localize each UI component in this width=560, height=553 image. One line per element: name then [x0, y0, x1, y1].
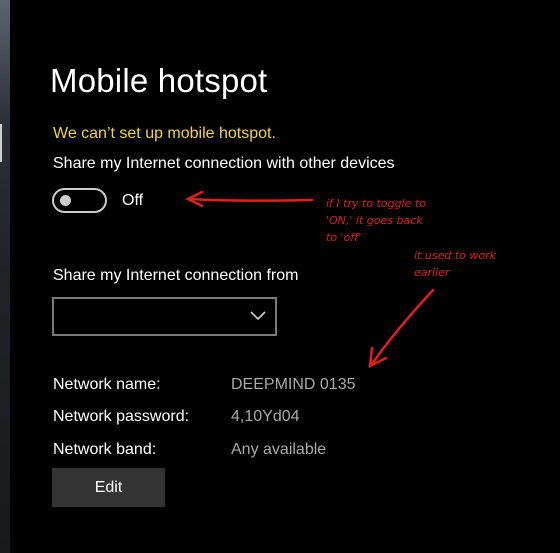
- annotation-line: if I try to toggle to: [326, 197, 426, 210]
- annotation-arrow-down-left: [368, 288, 435, 369]
- annotation-note-history: it used to work earlier: [414, 247, 496, 281]
- annotation-line: earlier: [414, 266, 450, 279]
- annotation-line: to 'off': [326, 231, 362, 244]
- annotation-line: it used to work: [414, 249, 496, 262]
- annotation-note-toggle: if I try to toggle to 'ON,' it goes back…: [326, 195, 426, 246]
- annotation-line: 'ON,' it goes back: [326, 214, 423, 227]
- annotation-arrow-left: [185, 190, 314, 208]
